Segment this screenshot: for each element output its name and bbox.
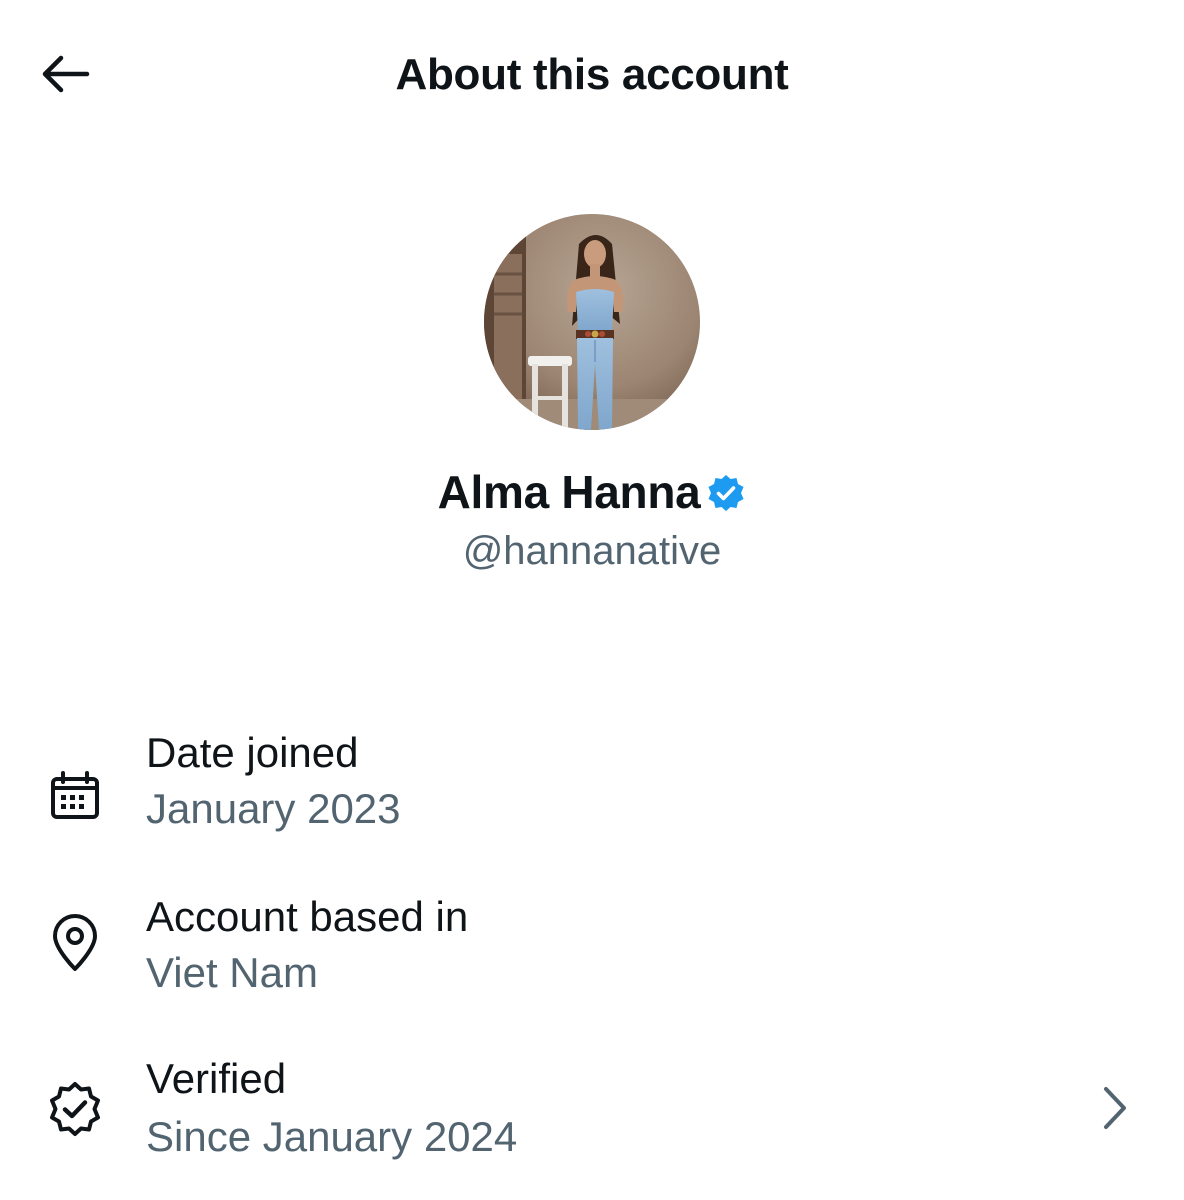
account-based-in-label: Account based in bbox=[146, 893, 469, 940]
date-joined-label: Date joined bbox=[146, 729, 359, 776]
verified-badge-icon[interactable] bbox=[706, 473, 746, 513]
chevron-right-icon[interactable] bbox=[1090, 1078, 1140, 1138]
verified-check-icon bbox=[44, 1078, 106, 1140]
page-title: About this account bbox=[395, 50, 789, 99]
name-row: Alma Hanna bbox=[0, 462, 1184, 522]
account-based-in-value: Viet Nam bbox=[146, 949, 318, 996]
profile-photo bbox=[484, 214, 700, 430]
verified-value: Since January 2024 bbox=[146, 1113, 518, 1160]
date-joined-row: Date joined January 2023 bbox=[0, 720, 1184, 870]
display-name: Alma Hanna bbox=[437, 466, 701, 518]
account-based-in-row: Account based in Viet Nam bbox=[0, 884, 1184, 1034]
verified-row[interactable]: Verified Since January 2024 bbox=[0, 1048, 1184, 1198]
about-account-page: About this account Alma Hanna @hannanati… bbox=[0, 0, 1184, 1200]
date-joined-value: January 2023 bbox=[146, 785, 401, 832]
calendar-icon bbox=[44, 766, 106, 828]
avatar[interactable] bbox=[484, 214, 700, 430]
header: About this account bbox=[0, 0, 1184, 150]
verified-label: Verified bbox=[146, 1055, 287, 1102]
location-pin-icon bbox=[44, 912, 106, 974]
user-handle: @hannanative bbox=[462, 529, 722, 573]
